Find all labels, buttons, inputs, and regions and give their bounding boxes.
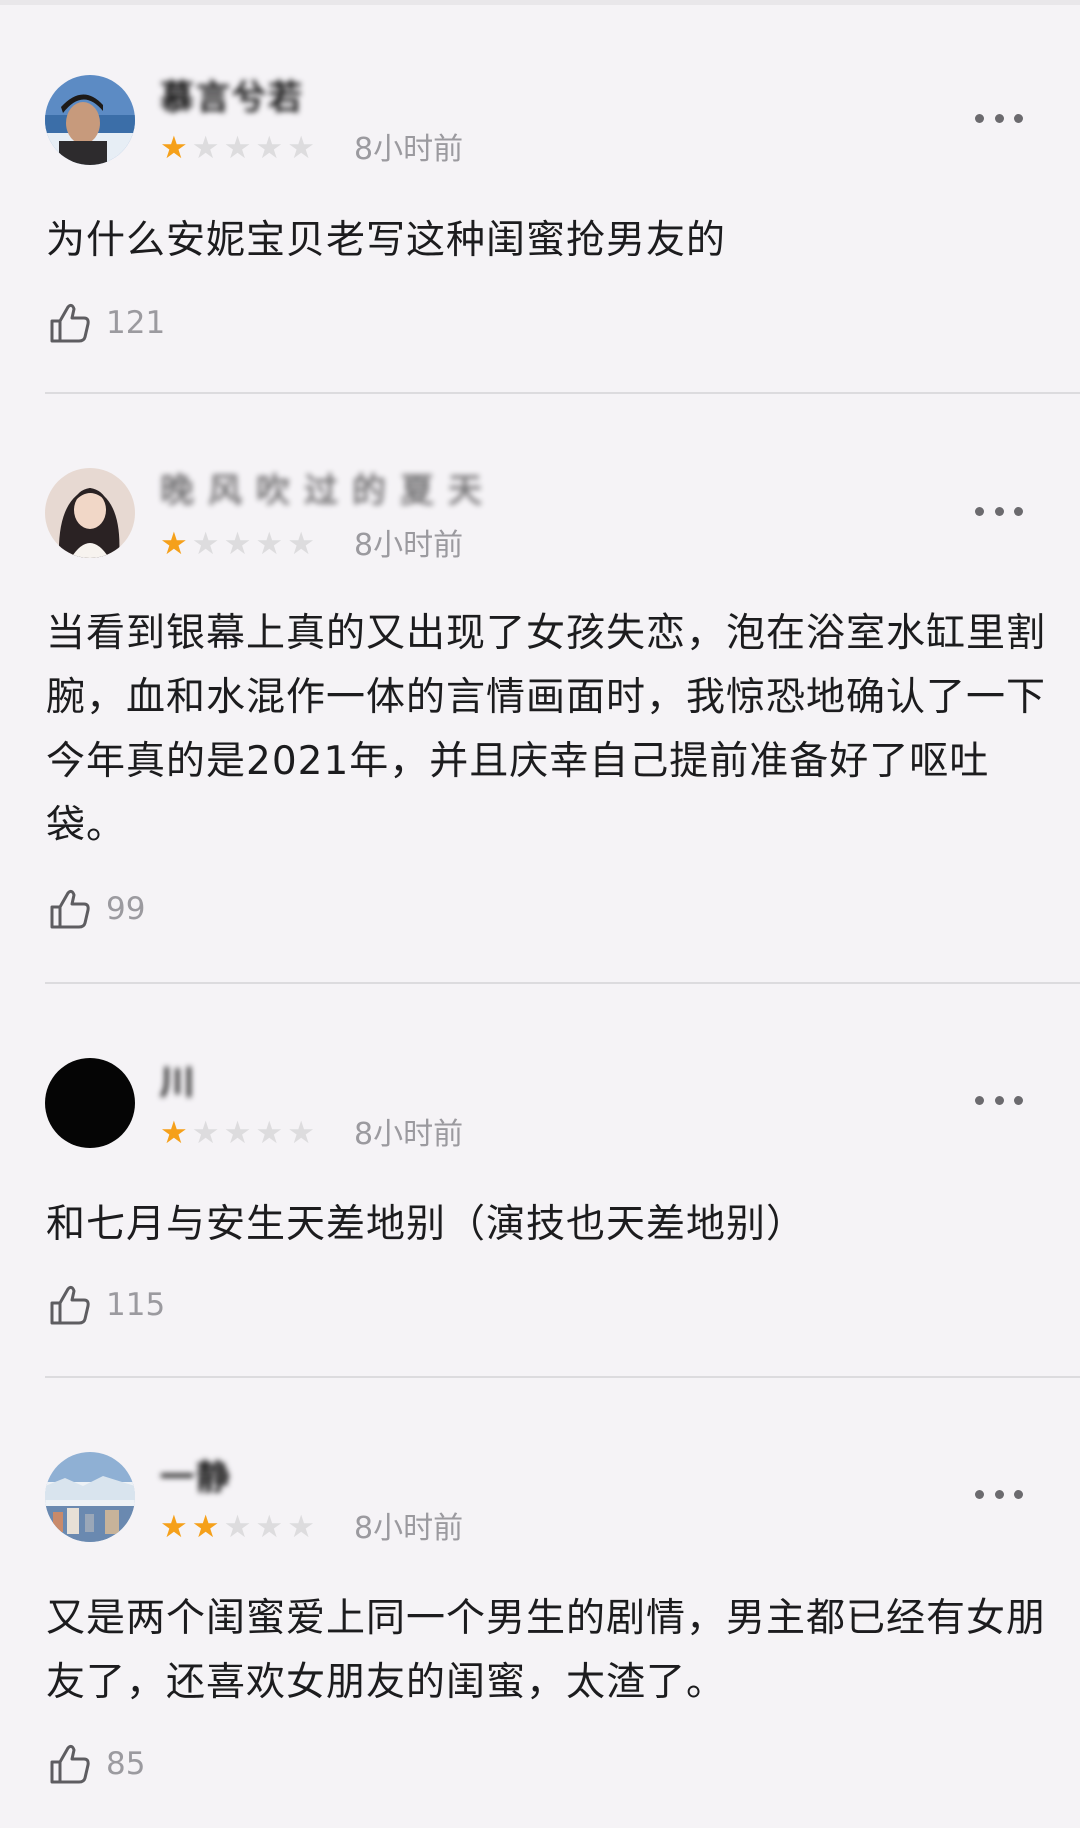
thumbs-up-icon <box>50 1285 90 1325</box>
review-text: 为什么安妮宝贝老写这种闺蜜抢男友的 <box>46 218 727 263</box>
more-dots-icon[interactable] <box>975 111 1023 125</box>
timestamp: 8小时前 <box>354 1511 464 1546</box>
star-rating: ★ ★ ★ ★ ★ <box>160 1116 315 1150</box>
star-icon: ★ <box>255 1115 284 1151</box>
username[interactable]: 川 <box>160 1055 196 1103</box>
star-icon: ★ <box>287 1509 315 1545</box>
star-icon: ★ <box>191 130 220 166</box>
star-rating: ★ ★ ★ ★ ★ <box>160 527 315 561</box>
like-count: 121 <box>106 305 166 341</box>
star-icon: ★ <box>160 526 188 562</box>
star-icon: ★ <box>160 1115 188 1151</box>
timestamp: 8小时前 <box>354 1117 464 1152</box>
star-icon: ★ <box>223 526 252 562</box>
star-icon: ★ <box>223 130 252 166</box>
avatar[interactable] <box>45 75 135 165</box>
divider <box>45 392 1080 394</box>
username[interactable]: 慕言兮若 <box>160 70 304 118</box>
star-icon: ★ <box>255 526 284 562</box>
star-icon: ★ <box>287 1115 315 1151</box>
star-rating: ★ ★ ★ ★ ★ <box>160 131 315 165</box>
like-button[interactable]: 115 <box>48 1281 165 1329</box>
review-text: 和七月与安生天差地别（演技也天差地别） <box>46 1202 807 1247</box>
star-icon: ★ <box>191 526 220 562</box>
like-button[interactable]: 99 <box>48 885 145 933</box>
avatar[interactable] <box>45 1058 135 1148</box>
star-icon: ★ <box>255 1509 284 1545</box>
star-icon: ★ <box>223 1115 252 1151</box>
review-text: 又是两个闺蜜爱上同一个男生的剧情，男主都已经有女朋友了，还喜欢女朋友的闺蜜，太渣… <box>46 1596 1047 1705</box>
more-dots-icon[interactable] <box>975 1487 1023 1501</box>
like-count: 115 <box>106 1287 166 1323</box>
like-button[interactable]: 121 <box>48 299 165 347</box>
star-icon: ★ <box>255 130 284 166</box>
star-icon: ★ <box>287 526 315 562</box>
star-icon: ★ <box>287 130 315 166</box>
like-count: 99 <box>106 891 146 927</box>
star-icon: ★ <box>191 1509 220 1545</box>
thumbs-up-icon <box>50 1744 90 1784</box>
timestamp: 8小时前 <box>354 132 464 167</box>
star-icon: ★ <box>191 1115 220 1151</box>
thumbs-up-icon <box>50 303 90 343</box>
divider <box>45 1376 1080 1378</box>
more-dots-icon[interactable] <box>975 1093 1023 1107</box>
like-count: 85 <box>106 1746 146 1782</box>
star-icon: ★ <box>160 130 188 166</box>
username[interactable]: 晚风吹过的夏天 <box>160 463 496 511</box>
star-icon: ★ <box>223 1509 252 1545</box>
star-icon: ★ <box>160 1509 188 1545</box>
more-dots-icon[interactable] <box>975 504 1023 518</box>
timestamp: 8小时前 <box>354 528 464 563</box>
top-divider <box>0 0 1080 5</box>
username[interactable]: 一静 <box>160 1450 232 1498</box>
divider <box>45 982 1080 984</box>
like-button[interactable]: 85 <box>48 1740 145 1788</box>
star-rating: ★ ★ ★ ★ ★ <box>160 1510 315 1544</box>
avatar[interactable] <box>45 1452 135 1542</box>
review-text: 当看到银幕上真的又出现了女孩失恋，泡在浴室水缸里割腕，血和水混作一体的言情画面时… <box>46 611 1047 848</box>
avatar[interactable] <box>45 468 135 558</box>
thumbs-up-icon <box>50 889 90 929</box>
